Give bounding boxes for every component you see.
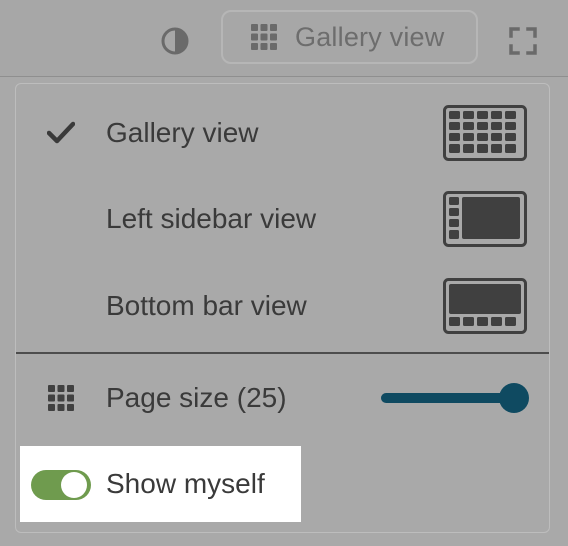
menu-item-bottom-bar-view[interactable]: Bottom bar view: [16, 263, 549, 349]
contrast-icon: [161, 27, 189, 55]
contrast-button[interactable]: [157, 23, 193, 59]
slider-thumb[interactable]: [499, 383, 529, 413]
show-myself-label: Show myself: [106, 468, 265, 499]
menu-item-label: Left sidebar view: [106, 203, 317, 234]
menu-item-left-sidebar-view[interactable]: Left sidebar view: [16, 176, 549, 262]
view-mode-button-label: Gallery view: [295, 21, 445, 52]
left-sidebar-layout-icon: [443, 191, 527, 247]
top-toolbar: Gallery view: [0, 0, 568, 77]
menu-divider: [16, 352, 549, 354]
page-size-label: Page size (25): [106, 382, 287, 413]
page-size-slider[interactable]: [381, 382, 531, 414]
grid-icon: [46, 383, 76, 413]
toggle-knob: [61, 472, 87, 498]
checkmark-icon: [46, 118, 76, 148]
fullscreen-icon: [509, 27, 537, 55]
bottom-bar-layout-icon: [443, 278, 527, 334]
show-myself-row[interactable]: Show myself: [20, 446, 301, 522]
view-mode-menu: Gallery view Left sidebar view Bottom ba…: [15, 83, 550, 533]
page-size-row: Page size (25): [16, 356, 549, 440]
menu-item-label: Gallery view: [106, 117, 259, 148]
view-mode-button[interactable]: Gallery view: [221, 10, 478, 64]
grid-icon: [249, 22, 279, 52]
fullscreen-button[interactable]: [504, 22, 542, 60]
menu-item-gallery-view[interactable]: Gallery view: [16, 90, 549, 176]
menu-item-label: Bottom bar view: [106, 290, 307, 321]
show-myself-toggle[interactable]: [31, 470, 91, 500]
gallery-layout-icon: [443, 105, 527, 161]
